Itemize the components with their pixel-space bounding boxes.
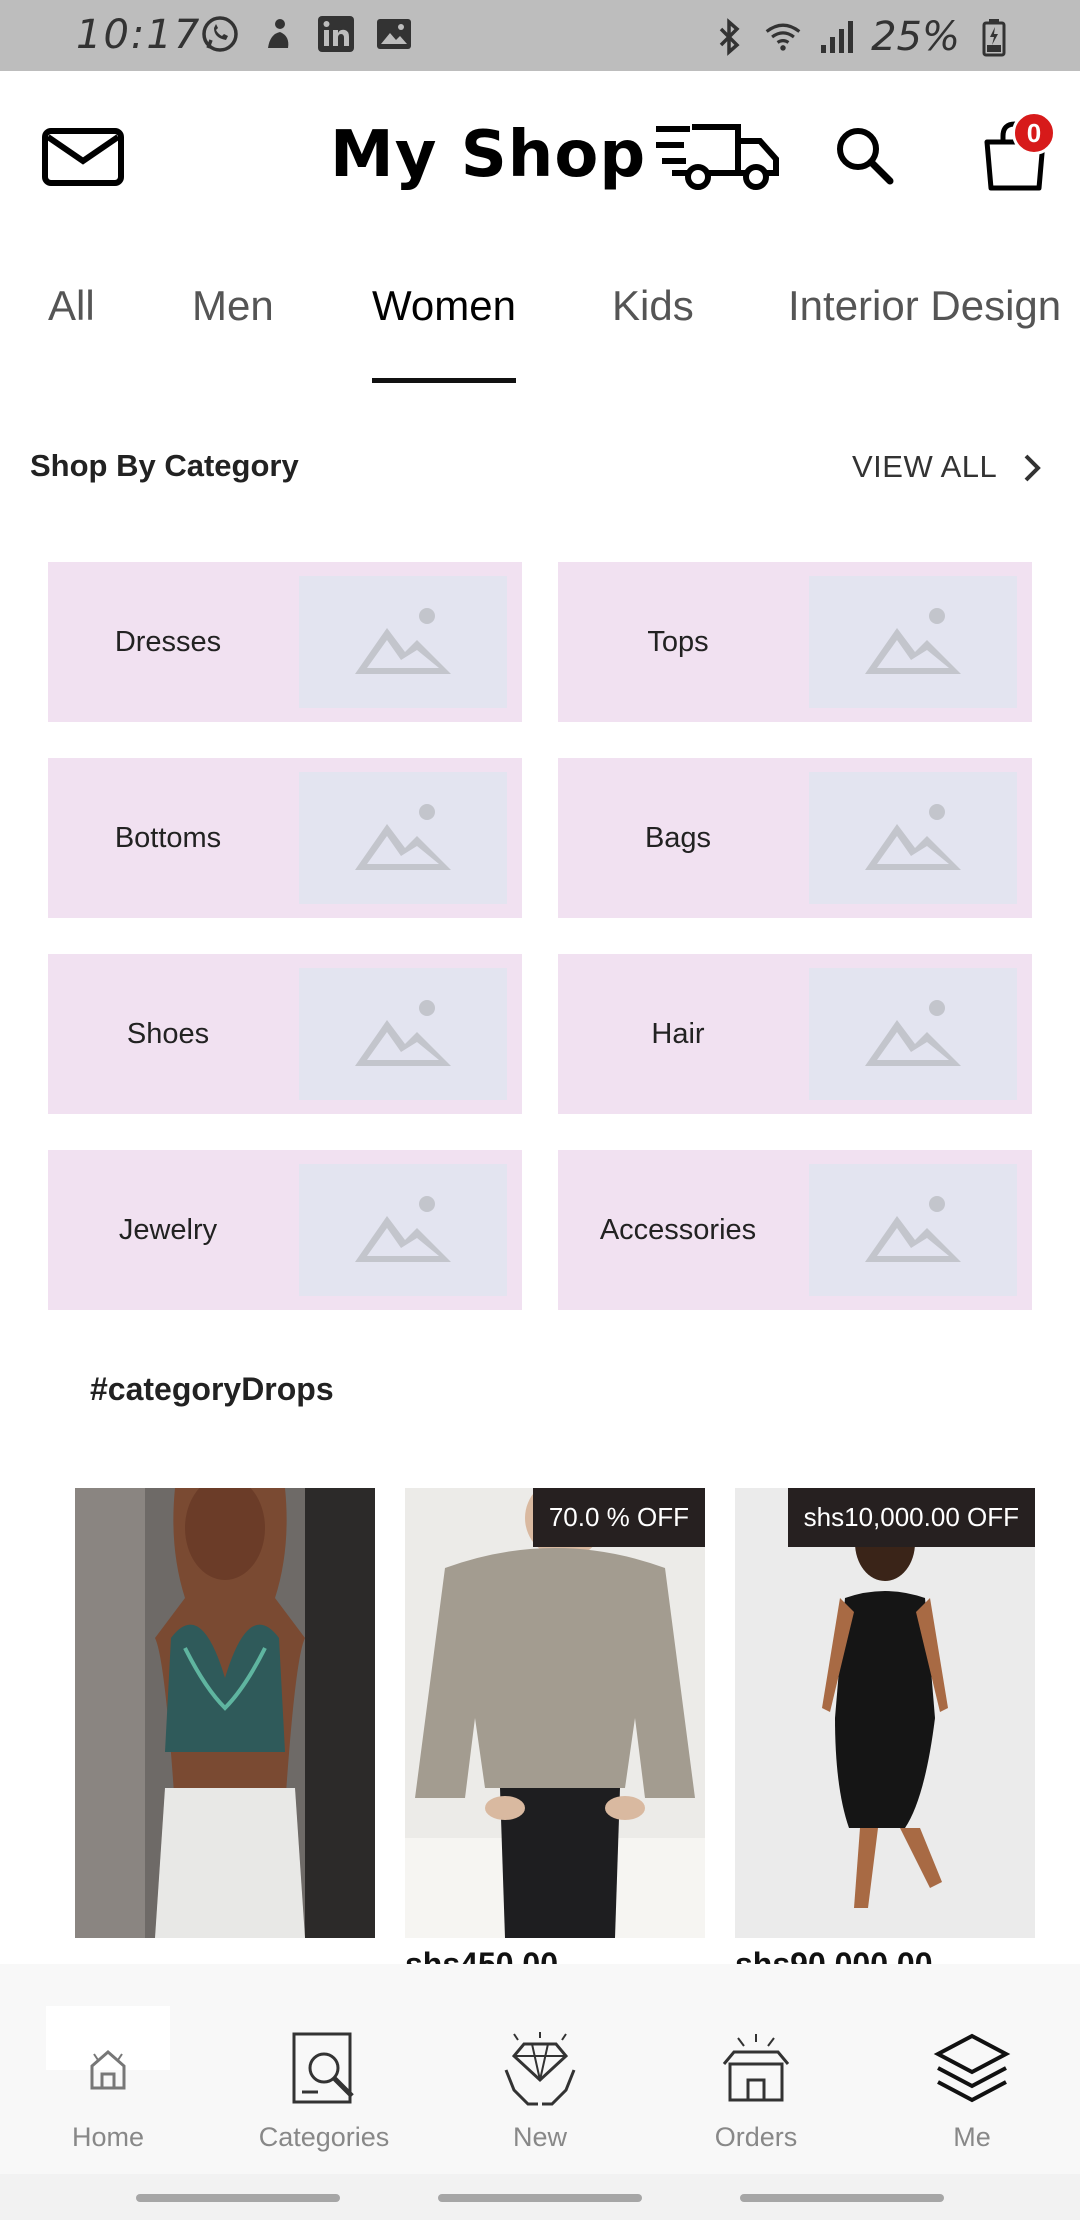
tab-men[interactable]: Men <box>192 282 274 330</box>
discount-badge: 70.0 % OFF <box>532 1488 705 1547</box>
category-label: Jewelry <box>118 1213 218 1246</box>
nav-orders[interactable]: Orders <box>648 1964 864 2174</box>
tab-all[interactable]: All <box>48 282 95 330</box>
orders-box-icon <box>722 2034 790 2102</box>
category-label: Tops <box>647 625 709 658</box>
product-card-dress[interactable]: shs10,000.00 OFF <box>735 1488 1035 1938</box>
bluetooth-icon <box>709 17 749 57</box>
category-card-bags[interactable]: Bags <box>558 758 1032 918</box>
app-icon <box>258 14 298 54</box>
active-tab-indicator <box>372 378 516 383</box>
image-placeholder-icon <box>299 968 507 1100</box>
status-time: 10:17 <box>76 12 202 58</box>
product-card-top[interactable] <box>75 1488 375 1938</box>
nav-label: Me <box>953 2122 991 2152</box>
nav-label: New <box>512 2122 567 2152</box>
image-placeholder-icon <box>299 1164 507 1296</box>
discount-badge: shs10,000.00 OFF <box>787 1488 1035 1547</box>
truck-icon <box>656 124 780 190</box>
category-label: Dresses <box>114 625 222 658</box>
category-label: Accessories <box>599 1213 757 1246</box>
nav-home[interactable]: Home <box>0 1964 216 2174</box>
mail-button[interactable] <box>40 121 126 191</box>
recents-gesture-handle[interactable] <box>136 2194 340 2202</box>
home-icon <box>90 2050 126 2090</box>
tab-women[interactable]: Women <box>372 282 516 330</box>
brand-logo: My Shop <box>330 115 782 195</box>
category-card-accessories[interactable]: Accessories <box>558 1150 1032 1310</box>
nav-me[interactable]: Me <box>864 1964 1080 2174</box>
chevron-right-icon[interactable] <box>1016 450 1048 486</box>
drops-title: #categoryDrops <box>90 1371 334 1407</box>
category-card-tops[interactable]: Tops <box>558 562 1032 722</box>
nav-categories[interactable]: Categories <box>216 1964 432 2174</box>
layers-icon <box>933 2033 1011 2103</box>
view-all-link[interactable]: VIEW ALL <box>852 449 997 485</box>
gallery-icon <box>374 14 414 54</box>
cart-count-badge: 0 <box>1012 111 1056 155</box>
category-label: Hair <box>651 1017 705 1050</box>
tab-interior-design[interactable]: Interior Design <box>788 282 1061 330</box>
battery-percent: 25% <box>871 14 960 60</box>
back-gesture-handle[interactable] <box>740 2194 944 2202</box>
system-navigation-bar <box>0 2174 1080 2220</box>
image-placeholder-icon <box>809 576 1017 708</box>
category-label: Bags <box>644 821 712 854</box>
product-image <box>75 1488 375 1938</box>
category-card-hair[interactable]: Hair <box>558 954 1032 1114</box>
nav-label: Categories <box>258 2122 390 2152</box>
notification-icons <box>200 14 414 54</box>
image-placeholder-icon <box>299 576 507 708</box>
nav-new[interactable]: New <box>432 1964 648 2174</box>
section-title: Shop By Category <box>30 448 299 483</box>
category-card-dresses[interactable]: Dresses <box>48 562 522 722</box>
categories-icon <box>292 2032 354 2104</box>
category-label: Shoes <box>126 1017 210 1050</box>
category-card-jewelry[interactable]: Jewelry <box>48 1150 522 1310</box>
product-image <box>735 1488 1035 1938</box>
diamond-hands-icon <box>504 2032 576 2106</box>
image-placeholder-icon <box>809 772 1017 904</box>
nav-label: Orders <box>714 2122 798 2152</box>
nav-label: Home <box>71 2122 145 2152</box>
category-tabs: All Men Women Kids Interior Design <box>0 268 1080 388</box>
category-card-bottoms[interactable]: Bottoms <box>48 758 522 918</box>
battery-icon <box>974 17 1014 57</box>
app-header: My Shop 0 <box>0 71 1080 241</box>
search-button[interactable] <box>830 121 900 191</box>
mail-icon <box>42 128 124 186</box>
category-label: Bottoms <box>114 821 222 854</box>
bottom-navigation: Home Categories New Orders Me <box>0 1964 1080 2174</box>
image-placeholder-icon <box>809 1164 1017 1296</box>
image-placeholder-icon <box>809 968 1017 1100</box>
status-bar: 10:17 25% <box>0 0 1080 71</box>
wifi-icon <box>763 17 803 57</box>
search-icon <box>837 128 894 185</box>
home-gesture-handle[interactable] <box>438 2194 642 2202</box>
product-card-sweater[interactable]: 70.0 % OFF <box>405 1488 705 1938</box>
signal-icon <box>817 17 857 57</box>
whatsapp-icon <box>200 14 240 54</box>
product-image <box>405 1488 705 1938</box>
category-card-shoes[interactable]: Shoes <box>48 954 522 1114</box>
app-title: My Shop <box>330 118 647 192</box>
tab-kids[interactable]: Kids <box>612 282 694 330</box>
linkedin-icon <box>316 14 356 54</box>
image-placeholder-icon <box>299 772 507 904</box>
system-icons: 25% <box>709 14 1014 60</box>
